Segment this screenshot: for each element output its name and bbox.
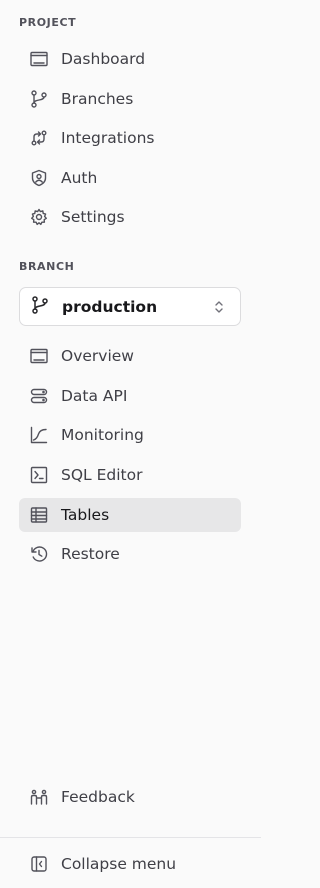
sidebar-item-overview[interactable]: Overview xyxy=(19,339,241,373)
sidebar-item-restore[interactable]: Restore xyxy=(19,537,241,571)
sidebar-item-label: Restore xyxy=(61,545,120,563)
branch-selector[interactable]: production xyxy=(19,287,241,326)
collapse-menu-label: Collapse menu xyxy=(61,855,177,873)
dashboard-icon xyxy=(29,49,49,69)
sidebar-item-label: Auth xyxy=(61,169,98,187)
sidebar-item-branches[interactable]: Branches xyxy=(19,82,241,116)
feedback-button[interactable]: Feedback xyxy=(19,780,241,814)
branch-icon xyxy=(29,89,49,109)
branch-icon xyxy=(30,295,50,319)
sidebar-item-label: Dashboard xyxy=(61,50,146,68)
section-label-project: PROJECT xyxy=(19,16,77,29)
sidebar-item-tables[interactable]: Tables xyxy=(19,498,241,532)
sidebar-item-label: Tables xyxy=(61,506,110,524)
sidebar-item-label: Overview xyxy=(61,347,134,365)
sidebar: PROJECT Dashboard Branches Integrations … xyxy=(0,0,261,888)
branch-selector-value: production xyxy=(62,297,158,316)
footer-divider xyxy=(0,837,261,838)
table-icon xyxy=(29,505,49,525)
feedback-icon xyxy=(29,787,49,807)
feedback-label: Feedback xyxy=(61,788,135,806)
sidebar-item-label: Integrations xyxy=(61,129,155,147)
sidebar-item-dashboard[interactable]: Dashboard xyxy=(19,42,241,76)
sidebar-item-monitoring[interactable]: Monitoring xyxy=(19,418,241,452)
data-api-icon xyxy=(29,386,49,406)
sidebar-item-label: Settings xyxy=(61,208,125,226)
sql-editor-icon xyxy=(29,465,49,485)
section-label-branch: BRANCH xyxy=(19,260,75,273)
sidebar-item-label: SQL Editor xyxy=(61,466,143,484)
collapse-menu-button[interactable]: Collapse menu xyxy=(19,847,241,881)
sidebar-item-data-api[interactable]: Data API xyxy=(19,379,241,413)
sidebar-item-label: Branches xyxy=(61,90,134,108)
chevron-up-down-icon xyxy=(212,298,226,316)
sidebar-item-label: Monitoring xyxy=(61,426,144,444)
restore-icon xyxy=(29,544,49,564)
sidebar-item-integrations[interactable]: Integrations xyxy=(19,121,241,155)
collapse-sidebar-icon xyxy=(29,854,49,874)
integrations-icon xyxy=(29,128,49,148)
gear-icon xyxy=(29,207,49,227)
sidebar-item-label: Data API xyxy=(61,387,128,405)
monitoring-icon xyxy=(29,425,49,445)
shield-icon xyxy=(29,168,49,188)
sidebar-item-sql-editor[interactable]: SQL Editor xyxy=(19,458,241,492)
overview-icon xyxy=(29,346,49,366)
sidebar-item-settings[interactable]: Settings xyxy=(19,200,241,234)
sidebar-item-auth[interactable]: Auth xyxy=(19,161,241,195)
